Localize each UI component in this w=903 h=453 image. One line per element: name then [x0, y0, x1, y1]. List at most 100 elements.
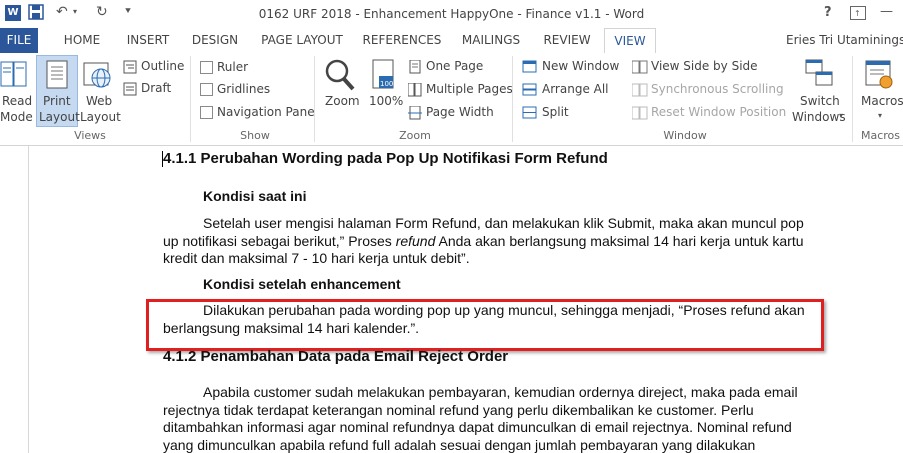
- synchronous-scrolling-icon: [632, 83, 648, 97]
- subheading-kondisi-saat-ini: Kondisi saat ini: [203, 188, 307, 204]
- page-width-label: Page Width: [426, 105, 494, 119]
- one-page-icon: [409, 60, 421, 74]
- paragraph-1-line-2-c: Anda akan berlangsung maksimal 14 hari k…: [435, 233, 804, 249]
- page-left-edge: [28, 146, 29, 453]
- help-button[interactable]: ?: [824, 5, 832, 20]
- ruler-label: Ruler: [217, 60, 249, 74]
- group-separator: [190, 56, 191, 142]
- ruler-checkbox-box: [200, 61, 213, 74]
- svg-text:100: 100: [380, 80, 393, 88]
- subheading-kondisi-setelah-enhancement: Kondisi setelah enhancement: [203, 276, 401, 292]
- paragraph-3-line-2: rejectnya tidak terdapat keterangan nomi…: [163, 402, 754, 418]
- page-width-button[interactable]: Page Width: [408, 105, 498, 123]
- paragraph-3-line-4: yang dimunculkan apabila refund full ada…: [163, 437, 756, 453]
- read-mode-button[interactable]: Read Mode: [0, 56, 33, 126]
- macros-button[interactable]: Macros ▾: [858, 56, 903, 126]
- zoom-100-icon: 100: [372, 59, 394, 89]
- zoom-100-label: 100%: [369, 94, 404, 108]
- draft-icon: [123, 82, 137, 96]
- web-layout-label-1: Web: [86, 94, 113, 108]
- macros-dropdown-icon: ▾: [878, 111, 883, 120]
- tab-references[interactable]: REFERENCES: [358, 28, 446, 53]
- ribbon-display-options-icon[interactable]: ↑: [850, 6, 866, 20]
- tab-page-layout[interactable]: PAGE LAYOUT: [254, 28, 350, 53]
- multiple-pages-button[interactable]: Multiple Pages: [408, 82, 513, 100]
- multiple-pages-icon: [408, 83, 422, 97]
- one-page-label: One Page: [426, 59, 484, 73]
- show-group-label: Show: [240, 129, 270, 142]
- page-width-icon: [408, 106, 422, 120]
- read-mode-label-1: Read: [2, 94, 33, 108]
- split-icon: [522, 106, 537, 119]
- paragraph-1-line-3: kredit dan maksimal 7 - 10 hari kerja un…: [163, 250, 470, 266]
- tab-home[interactable]: HOME: [52, 28, 112, 53]
- zoom-button[interactable]: Zoom: [320, 56, 362, 126]
- draft-button[interactable]: Draft: [123, 81, 185, 99]
- zoom-label: Zoom: [325, 94, 360, 108]
- navigation-pane-checkbox-box: [200, 106, 213, 119]
- group-separator: [512, 56, 513, 142]
- print-layout-button[interactable]: Print Layout: [36, 55, 80, 127]
- switch-windows-icon: [805, 59, 833, 86]
- zoom-100-button[interactable]: 100 100%: [366, 56, 404, 126]
- outline-label: Outline: [141, 59, 185, 73]
- split-button[interactable]: Split: [522, 105, 582, 123]
- navigation-pane-checkbox[interactable]: Navigation Pane: [200, 105, 315, 121]
- new-window-button[interactable]: New Window: [522, 59, 622, 77]
- user-account[interactable]: Eries Tri Utaminingsi: [786, 28, 903, 53]
- window-group-label: Window: [663, 129, 707, 142]
- view-side-by-side-label: View Side by Side: [651, 59, 758, 73]
- minimize-button[interactable]: —: [880, 4, 893, 19]
- group-separator: [852, 56, 853, 142]
- navigation-pane-label: Navigation Pane: [217, 105, 315, 119]
- reset-window-position-button[interactable]: Reset Window Position: [632, 105, 786, 123]
- draft-label: Draft: [141, 81, 172, 95]
- highlight-box: [146, 299, 824, 351]
- reset-window-position-label: Reset Window Position: [651, 105, 787, 119]
- gridlines-checkbox-box: [200, 83, 213, 96]
- print-layout-label-2: Layout: [39, 110, 80, 124]
- zoom-group-label: Zoom: [399, 129, 431, 142]
- tab-file[interactable]: FILE: [0, 28, 38, 53]
- tab-review[interactable]: REVIEW: [536, 28, 598, 53]
- section-heading-4-1-1: 4.1.1 Perubahan Wording pada Pop Up Noti…: [163, 150, 608, 167]
- tab-view[interactable]: VIEW: [604, 28, 656, 55]
- ruler-checkbox[interactable]: Ruler: [200, 60, 280, 76]
- tab-mailings[interactable]: MAILINGS: [454, 28, 528, 53]
- arrange-all-icon: [522, 83, 537, 96]
- paragraph-1-line-2-a: up notifikasi sebagai berikut,” Proses: [163, 233, 396, 249]
- view-side-by-side-button[interactable]: View Side by Side: [632, 59, 762, 77]
- new-window-label: New Window: [542, 59, 620, 73]
- view-side-by-side-icon: [632, 60, 648, 74]
- new-window-icon: [522, 60, 537, 73]
- gridlines-checkbox[interactable]: Gridlines: [200, 82, 280, 98]
- outline-button[interactable]: Outline: [123, 59, 185, 77]
- views-group-label: Views: [74, 129, 106, 142]
- one-page-button[interactable]: One Page: [408, 59, 498, 77]
- macros-label: Macros: [861, 94, 903, 108]
- switch-windows-label-2: Windows: [792, 110, 846, 124]
- split-label: Split: [542, 105, 569, 119]
- magnifier-icon: [325, 59, 355, 91]
- paragraph-1-line-1: Setelah user mengisi halaman Form Refund…: [203, 215, 804, 231]
- tab-insert[interactable]: INSERT: [118, 28, 178, 53]
- gridlines-label: Gridlines: [217, 82, 271, 96]
- read-mode-label-2: Mode: [0, 110, 33, 124]
- arrange-all-button[interactable]: Arrange All: [522, 82, 622, 100]
- paragraph-1-line-2-italic: refund: [395, 233, 436, 249]
- macros-icon: [865, 60, 893, 89]
- arrange-all-label: Arrange All: [542, 82, 609, 96]
- web-layout-icon: [83, 62, 111, 88]
- print-layout-icon: [46, 60, 68, 89]
- multiple-pages-label: Multiple Pages: [426, 82, 513, 96]
- synchronous-scrolling-button[interactable]: Synchronous Scrolling: [632, 82, 784, 100]
- print-layout-label-1: Print: [43, 94, 71, 108]
- web-layout-button[interactable]: Web Layout: [80, 56, 121, 126]
- group-separator: [314, 56, 315, 142]
- switch-windows-button[interactable]: Switch Windows ▾: [792, 56, 848, 126]
- paragraph-3-line-1: Apabila customer sudah melakukan pembaya…: [203, 384, 798, 400]
- synchronous-scrolling-label: Synchronous Scrolling: [651, 82, 784, 96]
- title-bar: W ↶ ▾ ↻ ⯆ 0162 URF 2018 - Enhancement Ha…: [0, 0, 903, 28]
- tab-design[interactable]: DESIGN: [184, 28, 246, 53]
- paragraph-1-line-2: up notifikasi sebagai berikut,” Proses r…: [163, 233, 804, 249]
